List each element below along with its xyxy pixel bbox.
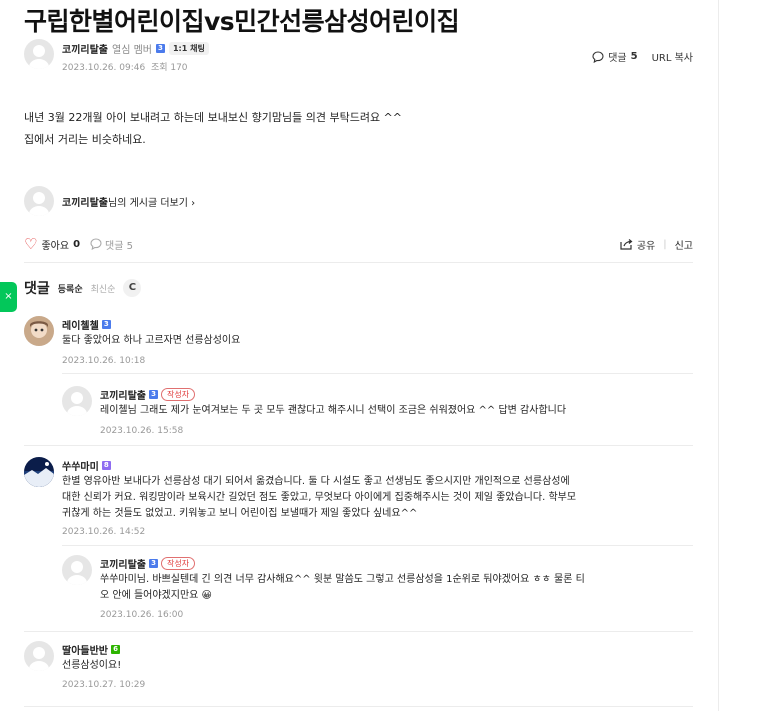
commenter-name[interactable]: 코끼리탈출 <box>100 556 146 571</box>
chat-button[interactable]: 1:1 채팅 <box>168 42 209 55</box>
comment-bubble-icon <box>90 238 102 250</box>
grade-badge-icon: 6 <box>111 645 120 654</box>
commenter-avatar[interactable] <box>62 386 92 416</box>
post-body-line: 집에서 거리는 비슷하네요. <box>24 133 146 146</box>
post-actions: 댓글 5 URL 복사 <box>592 49 693 64</box>
comment-count: 5 <box>630 51 638 62</box>
post-body-line: 내년 3월 22개월 아이 보내려고 하는데 보내보신 향기맘님들 의견 부탁드… <box>24 111 402 124</box>
post-date-views: 2023.10.26. 09:46 조회 170 <box>62 60 188 73</box>
reaction-bar: ♡ 좋아요 0 댓글 5 공유 | 신고 <box>24 235 693 253</box>
commenter-name-row: 쑤쑤마미 8 <box>62 458 111 473</box>
commenter-name[interactable]: 코끼리탈출 <box>100 387 146 402</box>
divider <box>24 631 693 632</box>
post-body: 내년 3월 22개월 아이 보내려고 하는데 보내보신 향기맘님들 의견 부탁드… <box>24 107 402 151</box>
post-title: 구립한별어린이집vs민간선릉삼성어린이집 <box>24 7 460 36</box>
comment-date: 2023.10.26. 15:58 <box>100 426 184 436</box>
comment-text-line: 귀찮게 하는 것들도 없었고. 키워놓고 보니 어린이집 보낼때가 제일 좋았다… <box>62 508 418 519</box>
commenter-avatar[interactable] <box>24 641 54 671</box>
like-count: 0 <box>73 238 81 250</box>
comment-bubble-icon <box>592 50 604 63</box>
close-tab-icon[interactable]: × <box>0 282 17 312</box>
share-label: 공유 <box>636 240 656 252</box>
comment-date: 2023.10.27. 10:29 <box>62 680 146 690</box>
commenter-name[interactable]: 딸아들반반 <box>62 642 108 657</box>
comment-link[interactable]: 댓글 <box>608 49 626 64</box>
comment-header: 댓글 등록순 최신순 C <box>24 278 142 298</box>
member-grade: 열심 멤버 <box>112 45 152 56</box>
refresh-icon[interactable]: C <box>123 279 142 297</box>
commenter-avatar[interactable] <box>24 457 54 487</box>
comment-item: 딸아들반반 6 선릉삼성이요! 2023.10.27. 10:29 <box>24 641 693 693</box>
comment-text: 쑤쑤마미님. 바쁘실텐데 긴 의견 너무 감사해요^^ 윗분 말씀도 그렇고 선… <box>100 572 585 604</box>
sort-registered-tab[interactable]: 등록순 <box>58 282 83 295</box>
grade-badge-icon: 8 <box>101 461 111 470</box>
divider <box>62 373 693 374</box>
divider <box>24 262 693 263</box>
comment-date: 2023.10.26. 16:00 <box>100 610 184 620</box>
comment-text-line: 대한 신뢰가 커요. 워킹맘이라 보육시간 길었던 점도 좋았고, 무엇보다 아… <box>62 492 577 503</box>
divider <box>62 545 693 546</box>
sort-latest-tab[interactable]: 최신순 <box>91 282 116 295</box>
action-divider: | <box>663 238 667 250</box>
author-nickname[interactable]: 코끼리탈출 <box>62 41 108 56</box>
grade-badge-icon: 3 <box>149 390 158 399</box>
share-button[interactable]: 공유 <box>620 237 655 252</box>
more-author-name: 코끼리탈출 <box>62 198 108 209</box>
report-button[interactable]: 신고 <box>675 237 693 252</box>
comment-text-line: 쑤쑤마미님. 바쁘실텐데 긴 의견 너무 감사해요^^ 윗분 말씀도 그렇고 선… <box>100 574 585 585</box>
commenter-avatar[interactable] <box>62 555 92 585</box>
like-label[interactable]: 좋아요 <box>41 237 69 252</box>
commenter-name[interactable]: 레이첼첼 <box>62 317 99 332</box>
comment-text: 둘다 좋았어요 하나 고르자면 선릉삼성이요 <box>62 335 241 346</box>
reaction-comment[interactable]: 댓글 5 <box>90 237 133 252</box>
post-views: 조회 170 <box>150 63 188 73</box>
reaction-comment-label: 댓글 5 <box>105 240 133 252</box>
commenter-name-row: 딸아들반반 6 <box>62 642 120 657</box>
comment-heading: 댓글 <box>24 281 50 297</box>
commenter-avatar[interactable] <box>24 316 54 346</box>
share-icon <box>620 239 633 250</box>
author-tag: 작성자 <box>161 388 196 401</box>
post-date: 2023.10.26. 09:46 <box>62 63 146 73</box>
reply-item: 코끼리탈출 3 작성자 쑤쑤마미님. 바쁘실텐데 긴 의견 너무 감사해요^^ … <box>62 555 693 625</box>
comment-item: 쑤쑤마미 8 한별 영유아반 보내다가 선릉삼성 대기 되어서 옮겼습니다. 둘… <box>24 457 693 541</box>
grade-badge-icon: 3 <box>101 320 111 329</box>
commenter-name-row: 레이첼첼 3 <box>62 317 111 332</box>
more-suffix: 님의 게시글 더보기 › <box>108 198 196 209</box>
url-copy-button[interactable]: URL 복사 <box>652 49 693 64</box>
reply-item: 코끼리탈출 3 작성자 레이첼님 그래도 제가 눈여겨보는 두 곳 모두 괜찮다… <box>62 386 693 442</box>
heart-icon[interactable]: ♡ <box>24 235 37 253</box>
comment-text-line: 한별 영유아반 보내다가 선릉삼성 대기 되어서 옮겼습니다. 둘 다 시설도 … <box>62 476 570 487</box>
divider <box>24 445 693 446</box>
grade-badge-icon: 3 <box>155 44 165 53</box>
grade-badge-icon: 3 <box>149 559 158 568</box>
author-avatar[interactable] <box>24 39 54 69</box>
author-tag: 작성자 <box>161 557 196 570</box>
commenter-name-row: 코끼리탈출 3 작성자 <box>100 387 196 402</box>
comment-text: 선릉삼성이요! <box>62 660 122 671</box>
sidebar-divider <box>718 0 719 711</box>
commenter-name[interactable]: 쑤쑤마미 <box>62 458 99 473</box>
comment-text: 한별 영유아반 보내다가 선릉삼성 대기 되어서 옮겼습니다. 둘 다 시설도 … <box>62 474 576 522</box>
divider <box>24 706 693 707</box>
more-posts-link[interactable]: 코끼리탈출님의 게시글 더보기 › <box>62 194 195 209</box>
comment-text: 레이첼님 그래도 제가 눈여겨보는 두 곳 모두 괜찮다고 해주시니 선택이 조… <box>100 405 567 416</box>
comment-date: 2023.10.26. 10:18 <box>62 356 146 366</box>
comment-date: 2023.10.26. 14:52 <box>62 527 146 537</box>
commenter-name-row: 코끼리탈출 3 작성자 <box>100 556 196 571</box>
author-meta: 코끼리탈출 열심 멤버 3 1:1 채팅 <box>62 41 209 56</box>
more-author-avatar[interactable] <box>24 186 54 216</box>
comment-text-line: 오 안에 들어야겠지만요 😀 <box>100 590 212 601</box>
comment-item: 레이첼첼 3 둘다 좋았어요 하나 고르자면 선릉삼성이요 2023.10.26… <box>24 316 693 376</box>
